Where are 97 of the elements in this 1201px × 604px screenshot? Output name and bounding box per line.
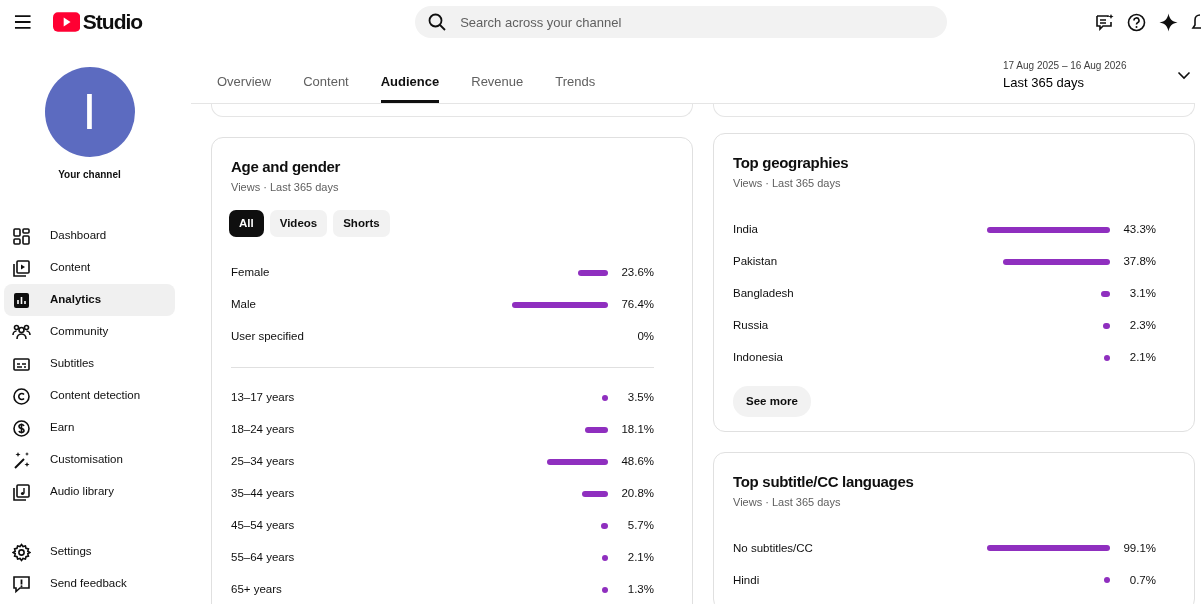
bar	[1103, 322, 1110, 329]
video-library-icon	[12, 258, 31, 278]
bar	[581, 490, 608, 497]
card-title: Top subtitle/CC languages	[733, 472, 915, 491]
chevron-down-icon	[1177, 70, 1191, 80]
sparkle-icon[interactable]	[1159, 12, 1178, 32]
row-label: Female	[231, 265, 271, 281]
feedback-icon	[12, 574, 31, 594]
nav-item[interactable]: Settings	[4, 536, 175, 568]
help-icon[interactable]	[1127, 12, 1146, 32]
play-logo-icon[interactable]	[52, 12, 80, 32]
nav-item[interactable]: Analytics	[4, 284, 175, 316]
nav-item[interactable]: Send feedback	[4, 568, 175, 600]
row-label: 13–17 years	[231, 390, 296, 406]
bar	[578, 269, 608, 276]
chat-icon[interactable]	[1095, 12, 1114, 32]
row-label: Indonesia	[733, 349, 784, 365]
nav-item[interactable]: Community	[4, 316, 175, 348]
bar	[1104, 577, 1110, 584]
date-range-text: 17 Aug 2025 – 16 Aug 2026	[1003, 59, 1128, 73]
percentage-text: 23.6%	[620, 265, 654, 281]
card-title: Age and gender	[231, 158, 342, 176]
nav-item[interactable]: Audio library	[4, 476, 175, 508]
bar-chart-icon	[12, 290, 31, 310]
filter-chip[interactable]: Videos	[269, 209, 328, 237]
tab[interactable]: Revenue	[471, 44, 524, 103]
bar	[602, 554, 608, 561]
dollar-icon	[12, 418, 31, 438]
nav-item[interactable]: Dashboard	[4, 220, 175, 252]
bar	[602, 394, 608, 401]
percentage-text: 20.8%	[620, 486, 654, 502]
percentage-text: 5.7%	[626, 518, 654, 534]
row-label: User specified	[231, 329, 305, 345]
percentage-text: 2.3%	[1128, 317, 1156, 333]
date-range-picker[interactable]: 17 Aug 2025 – 16 Aug 2026 Last 365 days	[1003, 58, 1191, 93]
bar	[600, 522, 608, 529]
nav-item[interactable]: Content	[4, 252, 175, 284]
tab[interactable]: Content	[303, 44, 349, 103]
card-subtitle: Views · Last 365 days	[733, 494, 842, 510]
row-label: India	[733, 221, 759, 237]
bell-icon[interactable]	[1191, 12, 1201, 32]
magic-wand-icon	[12, 450, 31, 470]
percentage-text: 0%	[636, 329, 654, 345]
nav-item[interactable]: Content detection	[4, 380, 175, 412]
percentage-text: 48.6%	[620, 454, 654, 470]
percentage-text: 37.8%	[1122, 253, 1156, 269]
search-icon[interactable]	[428, 13, 447, 31]
percentage-text: 2.1%	[1128, 349, 1156, 365]
music-library-icon	[12, 482, 31, 502]
bar	[547, 458, 608, 465]
bar	[1101, 290, 1110, 297]
row-label: Russia	[733, 317, 770, 333]
bar	[585, 426, 608, 433]
search-field[interactable]: Search across your channel	[415, 6, 947, 38]
tab[interactable]: Overview	[217, 44, 272, 103]
menu-icon[interactable]	[14, 15, 32, 29]
date-range-label: Last 365 days	[1003, 74, 1085, 92]
row-label: 18–24 years	[231, 422, 296, 438]
people-icon	[12, 322, 31, 342]
row-label: Pakistan	[733, 253, 779, 269]
tab[interactable]: Trends	[555, 44, 596, 103]
card-subtitle: Views · Last 365 days	[231, 180, 340, 195]
filter-chip[interactable]: Shorts	[333, 209, 390, 237]
row-label: 65+ years	[231, 582, 283, 598]
nav-item[interactable]: Customisation	[4, 444, 175, 476]
percentage-text: 99.1%	[1122, 540, 1156, 556]
percentage-text: 3.1%	[1128, 285, 1156, 301]
nav-item[interactable]: Subtitles	[4, 348, 175, 380]
percentage-text: 76.4%	[620, 297, 654, 313]
bar	[602, 586, 608, 593]
channel-label: Your channel	[57, 168, 122, 182]
percentage-text: 43.3%	[1122, 221, 1156, 237]
row-label: 35–44 years	[231, 486, 296, 502]
percentage-text: 2.1%	[626, 550, 654, 566]
card-title: Top geographies	[733, 154, 850, 172]
see-more-button[interactable]: See more	[733, 385, 811, 417]
card-subtitle: Views · Last 365 days	[733, 176, 842, 191]
bar	[1104, 354, 1110, 361]
copyright-icon	[12, 386, 31, 406]
row-label: 45–54 years	[231, 518, 296, 534]
row-label: 55–64 years	[231, 550, 296, 566]
percentage-text: 18.1%	[620, 422, 654, 438]
percentage-text: 3.5%	[626, 390, 654, 406]
row-label: Bangladesh	[733, 285, 795, 301]
grid-icon	[12, 226, 31, 246]
nav-item[interactable]: Earn	[4, 412, 175, 444]
settings-icon	[12, 542, 31, 562]
row-label: Male	[231, 297, 257, 313]
row-label: 25–34 years	[231, 454, 296, 470]
percentage-text: 0.7%	[1128, 572, 1156, 588]
avatar[interactable]: I	[44, 67, 135, 157]
logo-text: Studio	[82, 9, 143, 36]
row-label: Hindi	[733, 572, 761, 588]
row-label: No subtitles/CC	[733, 540, 814, 556]
filter-chip[interactable]: All	[229, 209, 264, 237]
tab[interactable]: Audience	[380, 44, 440, 103]
percentage-text: 1.3%	[626, 582, 654, 598]
